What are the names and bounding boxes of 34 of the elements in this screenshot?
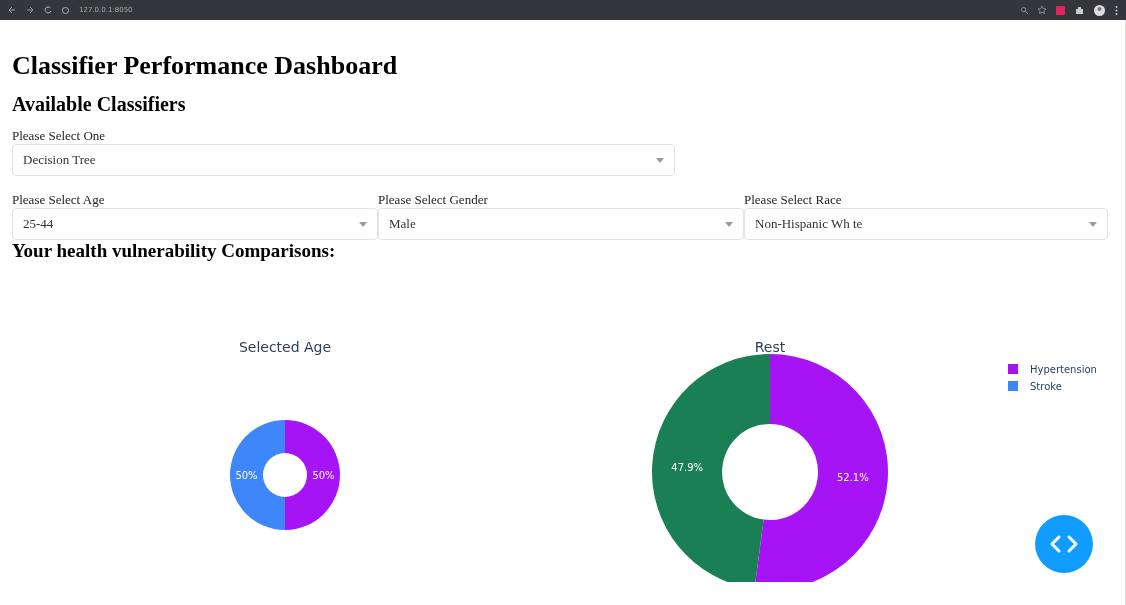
- caret-icon: [359, 221, 367, 227]
- field-label: Please Select One: [12, 128, 107, 144]
- code-toggle-button[interactable]: [1035, 515, 1093, 573]
- legend-label: Stroke: [1030, 381, 1062, 392]
- code-icon: [1049, 534, 1079, 554]
- zoom-icon[interactable]: [1021, 6, 1028, 14]
- section-heading: Your health vulnerability Comparisons:: [12, 240, 337, 262]
- info-icon[interactable]: [62, 6, 69, 14]
- slice-label: 50%: [312, 470, 335, 481]
- chart-title: Selected Age: [238, 339, 332, 355]
- extension-icon[interactable]: [1056, 5, 1065, 15]
- field-label: Please Select Race: [744, 192, 843, 208]
- back-icon[interactable]: [8, 6, 16, 14]
- field-label: Please Select Age: [12, 192, 106, 208]
- avatar-icon[interactable]: [1094, 4, 1105, 16]
- caret-icon: [725, 221, 733, 227]
- legend-label: Hypertension: [1030, 364, 1097, 375]
- classifier-select[interactable]: Decision Tree: [12, 144, 675, 176]
- star-icon[interactable]: [1038, 6, 1046, 14]
- chart-title: Rest: [754, 339, 786, 355]
- reload-icon[interactable]: [44, 6, 52, 14]
- section-heading: Available Classifiers: [12, 92, 187, 116]
- field-label: Please Select Gender: [378, 192, 489, 208]
- slice-label: 47.9%: [671, 461, 704, 473]
- forward-icon[interactable]: [26, 6, 34, 14]
- filter-select[interactable]: Non-Hispanic Wh te: [744, 208, 1108, 240]
- filter-select[interactable]: Male: [378, 208, 744, 240]
- page-title: Classifier Performance Dashboard: [12, 50, 399, 82]
- slice-label: 50%: [235, 470, 258, 481]
- caret-icon: [656, 157, 664, 163]
- slice-label: 52.1%: [836, 472, 869, 484]
- menu-icon[interactable]: [1115, 5, 1118, 15]
- caret-icon: [1089, 221, 1097, 227]
- filter-select[interactable]: 25-44: [12, 208, 378, 240]
